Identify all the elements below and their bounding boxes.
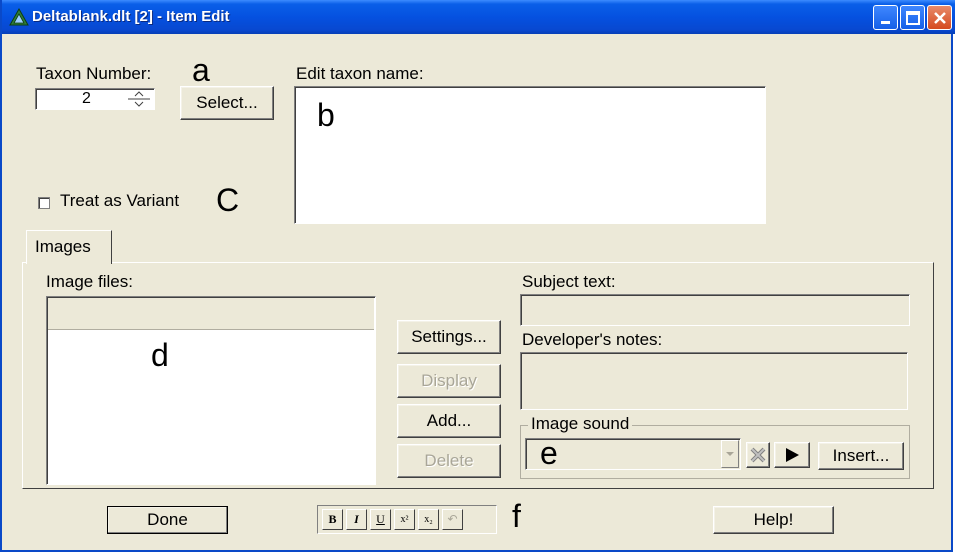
settings-button[interactable]: Settings... — [397, 320, 501, 354]
minimize-button[interactable] — [873, 5, 898, 30]
subscript-button[interactable]: x₂ — [418, 509, 439, 530]
close-button[interactable] — [927, 5, 952, 30]
annotation-b: b — [317, 97, 335, 133]
maximize-button[interactable] — [900, 5, 925, 30]
add-button[interactable]: Add... — [397, 404, 501, 438]
select-button[interactable]: Select... — [180, 86, 274, 120]
superscript-button[interactable]: x² — [394, 509, 415, 530]
tab-images-label: Images — [35, 237, 91, 256]
treat-as-variant-label: Treat as Variant — [60, 191, 180, 210]
delta-app-icon — [9, 8, 29, 26]
underline-button[interactable]: U — [370, 509, 391, 530]
annotation-c: C — [216, 182, 240, 218]
item-edit-window: Deltablank.dlt [2] - Item Edit Taxon Num… — [0, 0, 955, 552]
combo-dropdown-button[interactable] — [721, 440, 739, 468]
display-button[interactable]: Display — [397, 364, 501, 398]
minimize-icon — [881, 21, 890, 24]
maximize-icon — [906, 11, 920, 25]
done-button[interactable]: Done — [107, 506, 228, 534]
play-icon — [786, 448, 799, 462]
image-files-list[interactable]: d — [46, 296, 376, 485]
help-button[interactable]: Help! — [713, 506, 834, 534]
image-files-label: Image files: — [46, 272, 133, 291]
subject-text-field[interactable] — [520, 294, 910, 326]
annotation-e: e — [540, 435, 558, 471]
annotation-a: a — [192, 52, 210, 88]
undo-button[interactable]: ↶ — [442, 509, 463, 530]
subject-text-label: Subject text: — [522, 272, 616, 291]
spin-arrows-icon[interactable] — [124, 90, 152, 108]
title-bar[interactable]: Deltablank.dlt [2] - Item Edit — [2, 0, 955, 34]
clear-sound-button[interactable] — [746, 442, 770, 468]
x-icon — [750, 447, 766, 463]
play-sound-button[interactable] — [774, 442, 810, 468]
treat-as-variant-checkbox[interactable] — [38, 197, 50, 209]
bold-button[interactable]: B — [322, 509, 343, 530]
format-toolbar: B I U x² x₂ ↶ — [317, 505, 497, 534]
image-sound-label: Image sound — [528, 414, 633, 434]
close-icon — [934, 12, 946, 24]
edit-taxon-name-label: Edit taxon name: — [296, 64, 424, 83]
taxon-name-textarea[interactable]: b — [294, 86, 766, 224]
taxon-number-label: Taxon Number: — [36, 64, 152, 83]
italic-button[interactable]: I — [346, 509, 367, 530]
delete-button[interactable]: Delete — [397, 444, 501, 478]
taxon-number-value: 2 — [82, 90, 91, 107]
annotation-d: d — [151, 337, 169, 373]
image-sound-combo[interactable]: e — [525, 435, 741, 471]
chevron-down-icon — [726, 452, 734, 456]
window-title: Deltablank.dlt [2] - Item Edit — [32, 8, 230, 25]
tab-images[interactable]: Images — [26, 230, 112, 264]
taxon-number-stepper[interactable]: 2 — [35, 88, 155, 110]
annotation-f: f — [512, 498, 521, 534]
insert-sound-button[interactable]: Insert... — [818, 442, 904, 470]
image-files-header — [48, 298, 374, 330]
developers-notes-label: Developer's notes: — [522, 330, 663, 349]
developers-notes-field[interactable] — [520, 352, 908, 410]
